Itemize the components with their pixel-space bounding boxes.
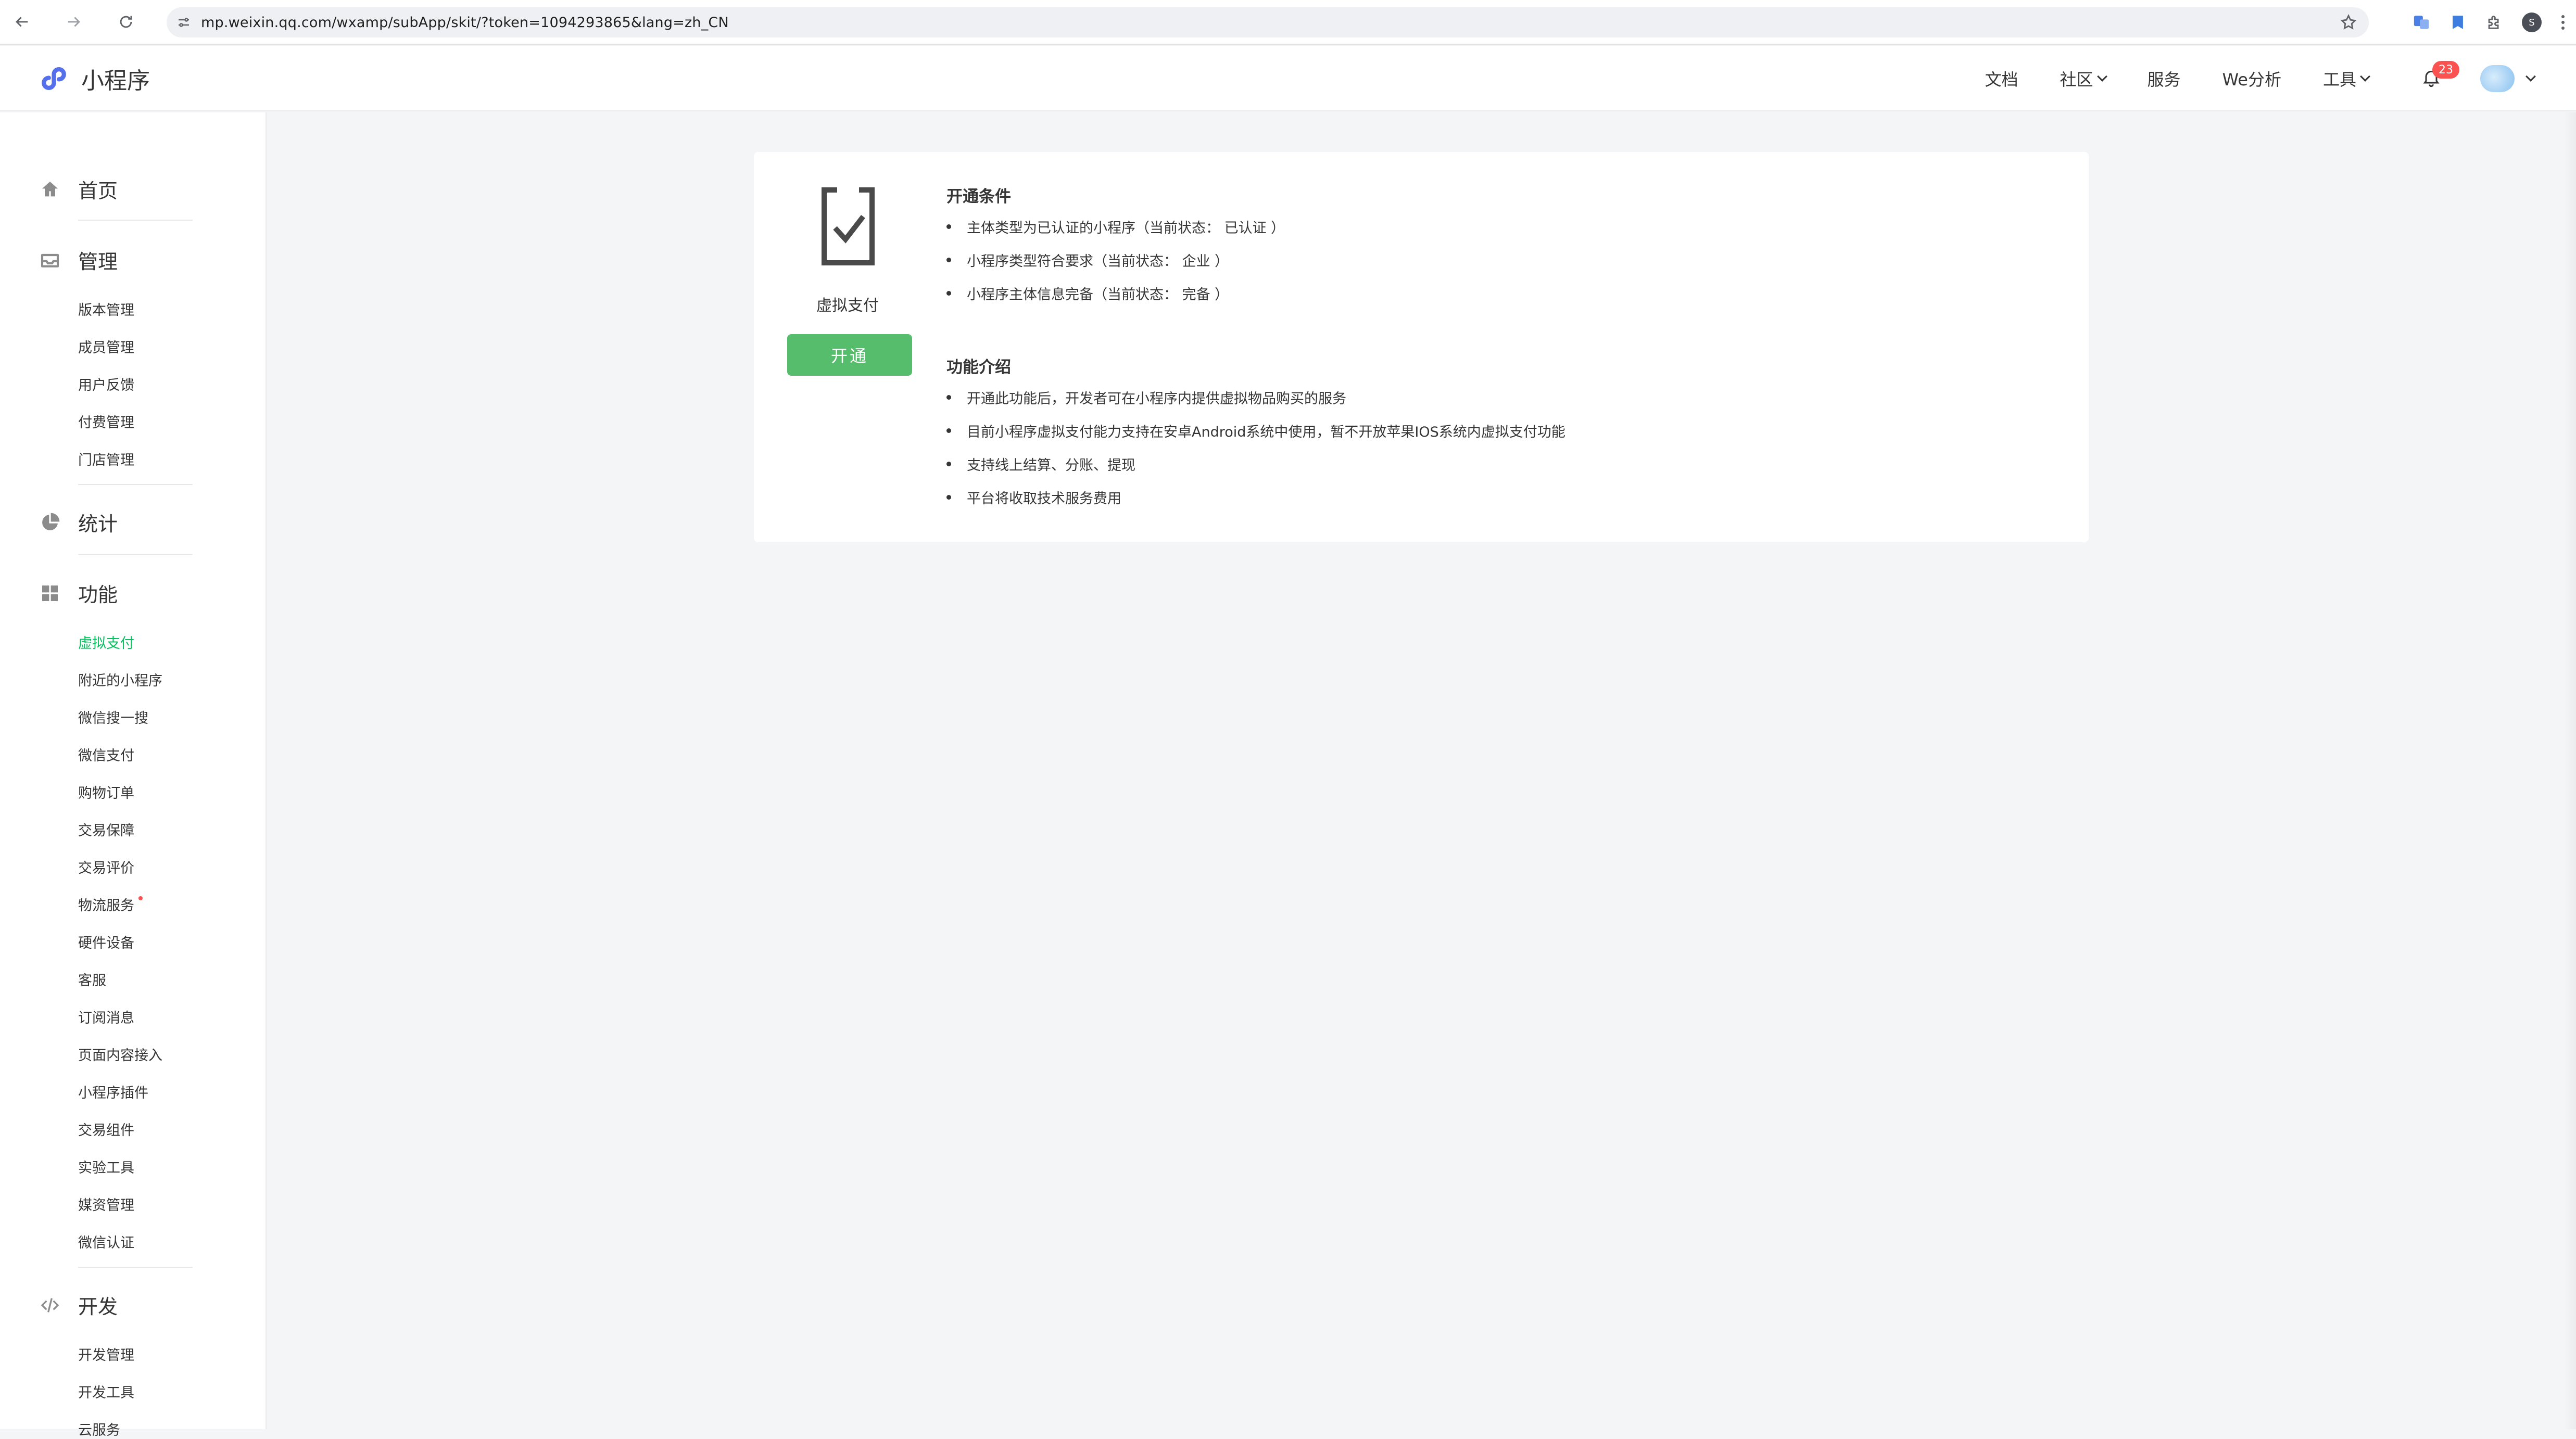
sidebar-item-label: 统计 [78,513,118,536]
account-menu[interactable] [2480,65,2536,92]
notification-bell[interactable]: 23 [2421,61,2459,90]
sidebar-item-members[interactable]: 成员管理 [78,336,134,356]
inbox-icon [41,253,59,268]
sidebar-item-dev-tools[interactable]: 开发工具 [78,1381,134,1402]
sidebar-divider [78,554,193,555]
reload-icon[interactable] [115,10,137,33]
sidebar-item-hardware[interactable]: 硬件设备 [78,932,134,952]
bookmark-star-icon[interactable] [2340,14,2357,31]
forward-icon[interactable] [62,10,85,33]
sidebar-item-lab-tools[interactable]: 实验工具 [78,1156,134,1177]
sidebar-item-feedback[interactable]: 用户反馈 [78,374,134,394]
sidebar-item-customer-service[interactable]: 客服 [78,969,106,989]
sidebar-item-stats[interactable]: 统计 [40,508,118,537]
avatar [2480,65,2515,92]
condition-item: 小程序主体信息完备（当前状态： 完备 ） [946,283,1229,303]
intro-item: 支持线上结算、分账、提现 [946,454,1135,474]
nav-tools[interactable]: 工具 [2322,67,2370,91]
top-nav: 文档 社区 服务 We分析 工具 23 [1943,46,2536,111]
site-settings-icon[interactable] [176,15,192,30]
intro-title: 功能介绍 [946,358,1011,377]
sidebar-group-label: 管理 [78,250,118,273]
browser-profile-avatar[interactable]: S [2522,12,2542,32]
back-icon[interactable] [10,10,33,33]
conditions-title: 开通条件 [946,187,1011,206]
sidebar-item-billing[interactable]: 付费管理 [78,411,134,431]
logo[interactable]: 小程序 [40,61,150,96]
virtual-payment-card: 虚拟支付 开通 开通条件 主体类型为已认证的小程序（当前状态： 已认证 ） 小程… [754,152,2089,542]
condition-item: 主体类型为已认证的小程序（当前状态： 已认证 ） [946,217,1285,237]
sidebar-item-virtual-payment[interactable]: 虚拟支付 [78,632,134,652]
sidebar-item-trade-review[interactable]: 交易评价 [78,857,134,877]
sidebar-item-trade-component[interactable]: 交易组件 [78,1119,134,1139]
checkbox-icon [822,187,875,265]
pie-chart-icon [42,513,60,530]
sidebar-item-stores[interactable]: 门店管理 [78,449,134,469]
chevron-down-icon [2526,71,2536,82]
sidebar-group-label: 开发 [78,1295,118,1318]
sidebar-item-wechat-verify[interactable]: 微信认证 [78,1231,134,1252]
sidebar-item-page-content[interactable]: 页面内容接入 [78,1044,162,1064]
sidebar-item-wechat-pay[interactable]: 微信支付 [78,744,134,765]
address-bar[interactable]: mp.weixin.qq.com/wxamp/subApp/skit/?toke… [167,7,2369,37]
sidebar-group-label: 功能 [78,583,118,606]
grid-icon [42,585,58,601]
notification-count-badge: 23 [2432,61,2459,79]
sidebar-divider [78,1267,193,1268]
browser-menu-icon[interactable] [2560,15,2566,30]
sidebar: 首页 管理 版本管理 成员管理 用户反馈 付费管理 门店管理 统计 功能 虚拟支… [0,112,267,1438]
url-text: mp.weixin.qq.com/wxamp/subApp/skit/?toke… [201,14,729,31]
open-button[interactable]: 开通 [787,334,912,376]
sidebar-item-wechat-search[interactable]: 微信搜一搜 [78,707,148,727]
sidebar-item-subscription[interactable]: 订阅消息 [78,1007,134,1027]
mini-program-logo-icon [42,67,66,90]
sidebar-item-logistics[interactable]: 物流服务 [78,894,143,914]
sidebar-item-trade-guarantee[interactable]: 交易保障 [78,819,134,839]
intro-item: 开通此功能后，开发者可在小程序内提供虚拟物品购买的服务 [946,387,1346,407]
sidebar-item-dev-manage[interactable]: 开发管理 [78,1344,134,1364]
puzzle-extensions-icon[interactable] [2485,14,2503,31]
sidebar-divider [78,484,193,485]
page-scroll-edge [2565,112,2576,1429]
logo-text: 小程序 [81,68,150,94]
nav-community[interactable]: 社区 [2060,67,2107,91]
sidebar-divider [78,220,193,221]
intro-item: 平台将收取技术服务费用 [946,487,1121,507]
app-header: 小程序 文档 社区 服务 We分析 工具 23 [0,46,2576,111]
sidebar-item-nearby[interactable]: 附近的小程序 [78,669,162,690]
sidebar-item-label: 物流服务 [78,898,134,914]
sidebar-item-media[interactable]: 媒资管理 [78,1194,134,1214]
sidebar-item-plugins[interactable]: 小程序插件 [78,1081,148,1102]
code-icon [41,1297,59,1313]
browser-toolbar: mp.weixin.qq.com/wxamp/subApp/skit/?toke… [0,0,2576,45]
sidebar-group-features[interactable]: 功能 [40,579,118,607]
sidebar-item-shopping-orders[interactable]: 购物订单 [78,782,134,802]
nav-tools-label: 工具 [2322,70,2356,90]
chevron-down-icon [2360,71,2370,82]
sidebar-item-label: 首页 [78,180,118,202]
chevron-down-icon [2097,71,2107,82]
feature-name: 虚拟支付 [816,297,879,315]
translate-extension-icon[interactable] [2413,14,2430,31]
sidebar-group-manage[interactable]: 管理 [40,246,118,274]
home-icon [42,181,58,196]
new-indicator-dot [138,896,143,900]
sidebar-item-home[interactable]: 首页 [40,175,118,203]
extension-area: S [2413,0,2566,45]
nav-community-label: 社区 [2060,70,2093,90]
sidebar-group-dev[interactable]: 开发 [40,1291,118,1319]
intro-item: 目前小程序虚拟支付能力支持在安卓Android系统中使用，暂不开放苹果IOS系统… [946,421,1565,441]
nav-services[interactable]: 服务 [2148,67,2181,91]
sidebar-item-version[interactable]: 版本管理 [78,299,134,319]
bookmark-extension-icon[interactable] [2449,14,2467,31]
condition-item: 小程序类型符合要求（当前状态： 企业 ） [946,250,1229,270]
nav-analysis[interactable]: We分析 [2223,67,2281,91]
nav-docs[interactable]: 文档 [1985,67,2018,91]
